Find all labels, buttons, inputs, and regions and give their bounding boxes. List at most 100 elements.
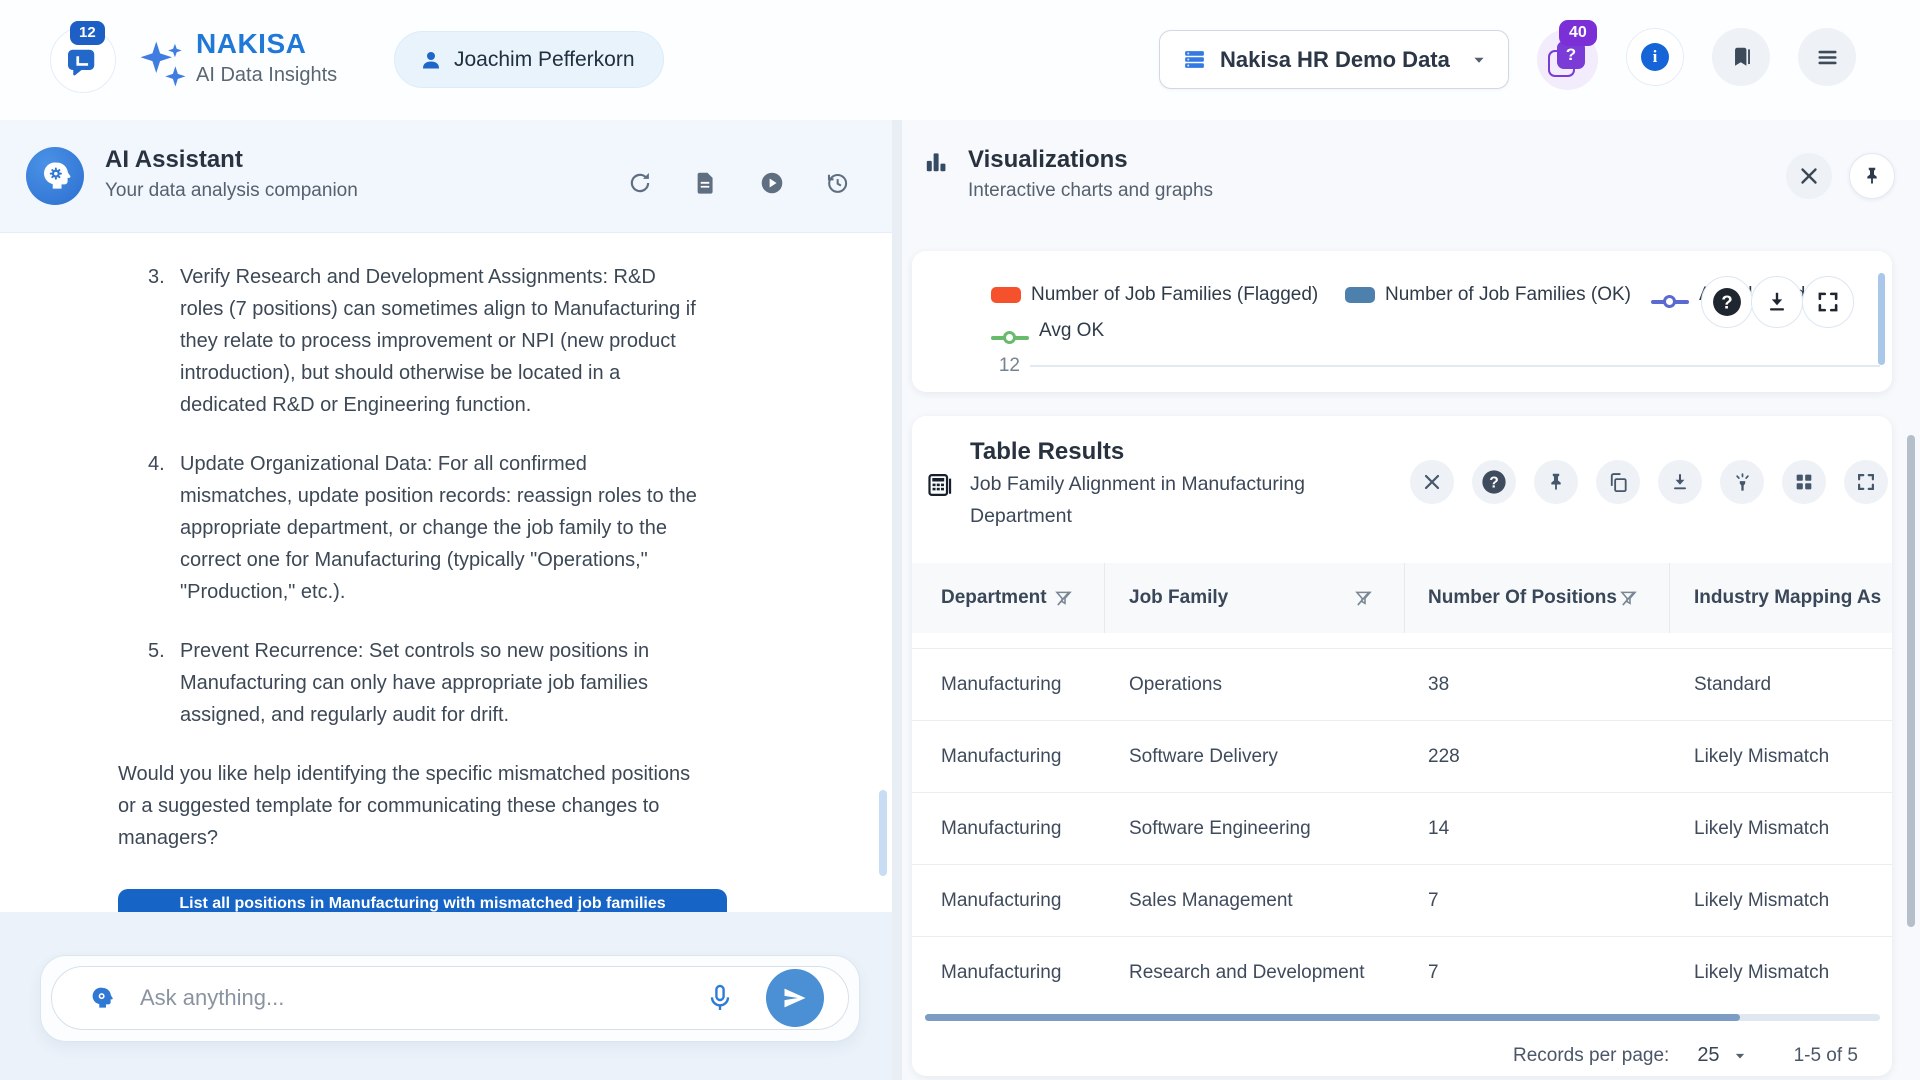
table-download-button[interactable] — [1658, 460, 1702, 504]
table-cell: 7 — [1405, 962, 1670, 984]
chevron-down-icon — [1730, 1046, 1750, 1066]
chat-scrollbar-thumb[interactable] — [879, 790, 887, 876]
head-gear-icon — [38, 159, 72, 193]
table-h-scrollbar[interactable] — [925, 1014, 1880, 1021]
brand-name: NAKISA — [196, 28, 306, 60]
bar-chart-icon — [923, 149, 949, 175]
table-cell: Research and Development — [1105, 962, 1405, 984]
chart-help-button[interactable]: ? — [1701, 276, 1753, 328]
table-cell: Software Delivery — [1105, 746, 1405, 768]
column-header-label: Industry Mapping As — [1694, 587, 1881, 609]
chart-scrollbar-thumb[interactable] — [1878, 273, 1885, 365]
list-item-number: 5. — [148, 635, 180, 731]
menu-button[interactable] — [1798, 28, 1856, 86]
table-pin-button[interactable] — [1534, 460, 1578, 504]
chart-fullscreen-button[interactable] — [1802, 276, 1854, 328]
list-item-text: Prevent Recurrence: Set controls so new … — [180, 635, 704, 731]
chart-download-button[interactable] — [1751, 276, 1803, 328]
table-cell: Software Engineering — [1105, 818, 1405, 840]
chevron-down-icon — [1468, 49, 1490, 71]
help-icon: ? — [1709, 284, 1745, 320]
play-icon[interactable] — [759, 170, 785, 196]
person-icon — [419, 48, 443, 72]
table-cell: 38 — [1405, 674, 1670, 696]
bookmarks-button[interactable] — [1712, 28, 1770, 86]
unread-count-badge: 12 — [70, 21, 105, 45]
suggestion-chip[interactable]: List all positions in Manufacturing with… — [118, 889, 727, 912]
composer-area — [0, 912, 892, 1080]
svg-text:?: ? — [1721, 291, 1732, 312]
help-icon: ? — [1479, 467, 1509, 497]
list-item-text: Update Organizational Data: For all conf… — [180, 448, 704, 608]
filter-icon[interactable] — [1053, 588, 1074, 609]
table-cell: 7 — [1405, 890, 1670, 912]
list-item-number: 4. — [148, 448, 180, 608]
user-pill[interactable]: Joachim Pefferkorn — [394, 31, 664, 88]
table-cell: Likely Mismatch — [1670, 890, 1892, 912]
column-header-job-family[interactable]: Job Family — [1105, 563, 1405, 633]
table-close-button[interactable] — [1410, 460, 1454, 504]
table-results-card: Table Results Job Family Alignment in Ma… — [912, 416, 1892, 1076]
app-window: 12 NAKISA AI Data Insights Joachim Peffe… — [0, 0, 1920, 1080]
copy-icon — [1607, 471, 1630, 494]
table-cell: Sales Management — [1105, 890, 1405, 912]
close-visualizations-button[interactable] — [1786, 153, 1832, 199]
table-row: ManufacturingOperations38Standard — [912, 648, 1892, 720]
table-highlight-button[interactable] — [1720, 460, 1764, 504]
svg-text:?: ? — [1489, 474, 1499, 491]
list-item-text: Verify Research and Development Assignme… — [180, 261, 704, 421]
table-cell: Operations — [1105, 674, 1405, 696]
filter-icon[interactable] — [1618, 588, 1639, 609]
dataset-selector[interactable]: Nakisa HR Demo Data — [1159, 30, 1509, 89]
document-icon[interactable] — [692, 170, 718, 196]
records-per-page-dropdown[interactable] — [1730, 1046, 1750, 1066]
records-per-page-value[interactable]: 25 — [1697, 1044, 1719, 1067]
help-count-badge: 40 — [1559, 20, 1597, 46]
visualizations-panel: Visualizations Interactive charts and gr… — [902, 120, 1920, 1080]
table-cell: Standard — [1670, 674, 1892, 696]
assistant-list-item: 5.Prevent Recurrence: Set controls so ne… — [148, 635, 892, 731]
pin-visualizations-button[interactable] — [1849, 153, 1895, 199]
legend-swatch-flagged — [991, 287, 1021, 303]
legend-label: Avg OK — [1039, 320, 1104, 342]
column-header-label: Job Family — [1129, 587, 1228, 609]
table-grid-view-button[interactable] — [1782, 460, 1826, 504]
dataset-list-icon — [1182, 47, 1207, 72]
chart-card: Number of Job Families (Flagged) Number … — [912, 251, 1892, 392]
legend-line-avg-flagged — [1651, 300, 1689, 304]
info-button[interactable]: i — [1626, 28, 1684, 86]
column-header-number-of-positions[interactable]: Number Of Positions — [1405, 563, 1670, 633]
ask-anything-input[interactable] — [140, 985, 704, 1011]
table-cell: Manufacturing — [912, 818, 1105, 840]
mic-icon[interactable] — [704, 982, 736, 1014]
history-icon[interactable] — [824, 170, 850, 196]
table-cell: Manufacturing — [912, 746, 1105, 768]
assistant-mini-icon — [88, 985, 114, 1011]
table-cell: 228 — [1405, 746, 1670, 768]
column-header-industry-mapping-as[interactable]: Industry Mapping As — [1670, 563, 1892, 633]
table-row: ManufacturingSales Management7Likely Mis… — [912, 864, 1892, 936]
table-toolbar: ? — [1410, 460, 1888, 504]
send-button[interactable] — [766, 969, 824, 1027]
table-copy-button[interactable] — [1596, 460, 1640, 504]
fullscreen-icon — [1855, 471, 1877, 493]
close-icon — [1420, 470, 1444, 494]
table-help-button[interactable]: ? — [1472, 460, 1516, 504]
column-header-department[interactable]: Department — [912, 563, 1105, 633]
legend-item-flagged[interactable]: Number of Job Families (Flagged) — [991, 284, 1318, 306]
filter-icon[interactable] — [1353, 588, 1374, 609]
table-header-row: Department Job Family Number Of Positions I… — [912, 563, 1892, 633]
table-h-scrollbar-thumb[interactable] — [925, 1014, 1740, 1021]
table-results-subtitle: Job Family Alignment in Manufacturing De… — [970, 468, 1362, 532]
right-panel-scrollbar-thumb[interactable] — [1907, 435, 1915, 927]
legend-line-avg-ok — [991, 336, 1029, 340]
legend-item-ok[interactable]: Number of Job Families (OK) — [1345, 284, 1631, 306]
refresh-icon[interactable] — [627, 170, 653, 196]
table-cell: Manufacturing — [912, 962, 1105, 984]
chat-logo-icon — [65, 46, 101, 82]
legend-item-avg-ok[interactable]: Avg OK — [991, 327, 1104, 349]
assistant-title: AI Assistant — [105, 146, 243, 174]
composer-input-wrap — [51, 966, 849, 1030]
table-fullscreen-button[interactable] — [1844, 460, 1888, 504]
assistant-list-item: 4.Update Organizational Data: For all co… — [148, 448, 892, 608]
